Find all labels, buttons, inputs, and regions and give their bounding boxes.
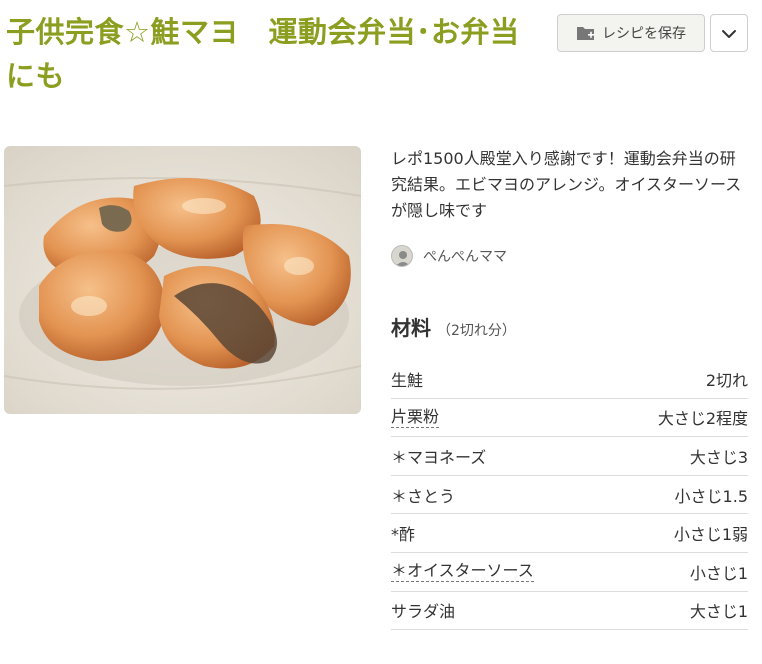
ingredient-name: 生鮭 xyxy=(391,370,424,390)
ingredient-name-link[interactable]: 片栗粉 xyxy=(391,407,440,428)
ingredient-row: 片栗粉 大さじ2程度 xyxy=(391,399,748,438)
ingredient-quantity: 大さじ3 xyxy=(689,447,748,467)
ingredients-list: 生鮭 2切れ 片栗粉 大さじ2程度 ＊マヨネーズ 大さじ3 ＊さとう 小さじ1.… xyxy=(391,360,748,631)
ingredient-quantity: 2切れ xyxy=(705,370,748,390)
avatar xyxy=(391,245,413,267)
ingredient-row: ＊マヨネーズ 大さじ3 xyxy=(391,437,748,476)
author-link[interactable]: ぺんぺんママ xyxy=(391,245,507,267)
ingredient-quantity: 小さじ1弱 xyxy=(673,525,748,545)
ingredient-name-link[interactable]: ＊オイスターソース xyxy=(391,561,534,583)
ingredient-quantity: 大さじ1 xyxy=(689,602,748,622)
author-name[interactable]: ぺんぺんママ xyxy=(423,246,507,266)
recipe-description: レポ1500人殿堂入り感謝です！運動会弁当の研究結果。エビマヨのアレンジ。オイス… xyxy=(391,149,742,220)
ingredient-name: ＊マヨネーズ xyxy=(391,447,487,467)
ingredient-quantity: 大さじ2程度 xyxy=(657,409,748,429)
ingredient-row: *酢 小さじ1弱 xyxy=(391,514,748,553)
ingredient-quantity: 小さじ1 xyxy=(689,563,748,583)
more-options-button[interactable] xyxy=(710,14,748,52)
ingredients-heading: 材料 （2切れ分） xyxy=(391,312,516,341)
folder-plus-icon xyxy=(576,24,596,42)
recipe-title: 子供完食☆鮭マヨ 運動会弁当･お弁当にも xyxy=(6,15,520,93)
chevron-down-icon xyxy=(721,24,737,43)
ingredient-name: *酢 xyxy=(391,525,416,545)
save-recipe-button[interactable]: レシピを保存 xyxy=(557,14,705,52)
ingredient-row: ＊さとう 小さじ1.5 xyxy=(391,476,748,515)
ingredient-name: ＊さとう xyxy=(391,486,456,506)
ingredient-quantity: 小さじ1.5 xyxy=(674,486,748,506)
ingredients-serving: （2切れ分） xyxy=(437,323,516,339)
ingredient-row: ＊オイスターソース 小さじ1 xyxy=(391,553,748,592)
save-recipe-label: レシピを保存 xyxy=(602,26,686,42)
ingredient-name: サラダ油 xyxy=(391,602,456,622)
ingredients-title: 材料 xyxy=(391,316,431,340)
ingredient-row: 生鮭 2切れ xyxy=(391,360,748,399)
recipe-photo[interactable] xyxy=(4,146,361,414)
ingredient-row: サラダ油 大さじ1 xyxy=(391,592,748,631)
